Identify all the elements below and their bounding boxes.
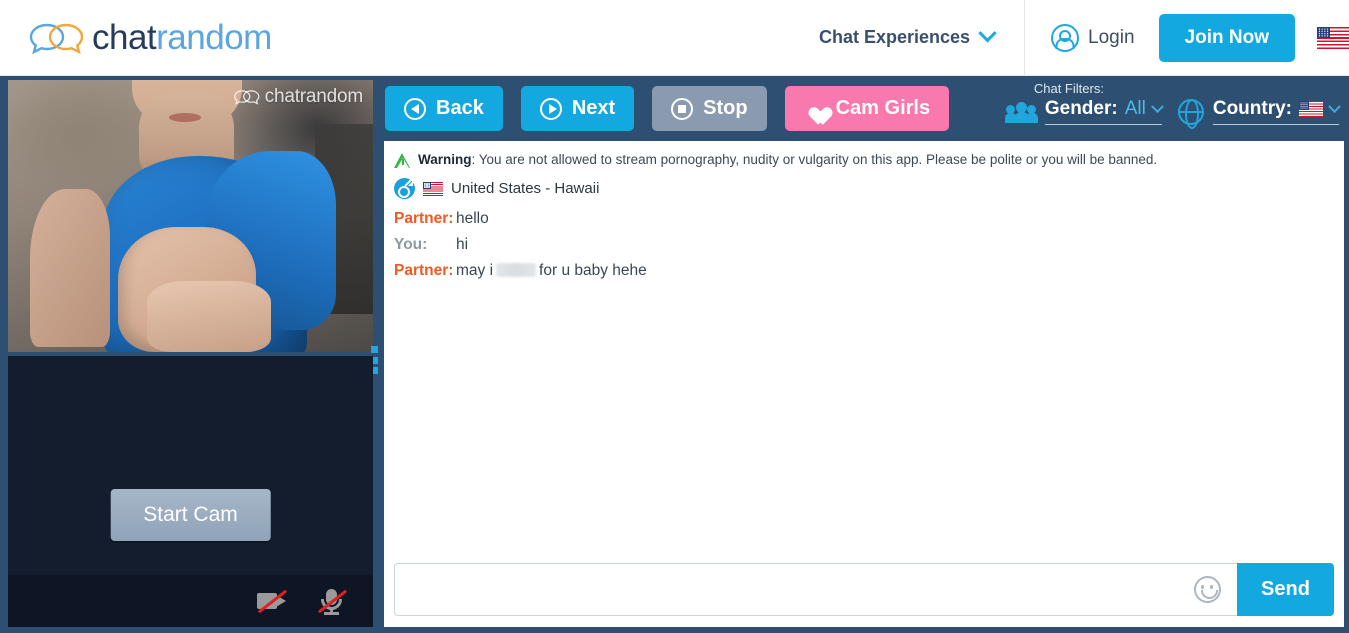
message-text: hello — [456, 210, 489, 228]
login-label: Login — [1088, 27, 1135, 49]
us-flag-icon[interactable] — [1317, 27, 1349, 49]
message-text: hi — [456, 236, 468, 254]
cam-girls-button[interactable]: Cam Girls — [785, 86, 949, 131]
user-icon — [1051, 24, 1079, 52]
gender-filter-value: All — [1125, 98, 1146, 120]
logo-text-random: random — [156, 18, 272, 57]
chevron-down-icon — [1328, 100, 1341, 113]
header-actions: Chat Experiences Login Join Now — [819, 0, 1349, 76]
heart-icon — [804, 99, 826, 119]
start-cam-button[interactable]: Start Cam — [110, 489, 271, 541]
join-now-button[interactable]: Join Now — [1159, 14, 1295, 62]
next-button[interactable]: Next — [521, 86, 634, 131]
video-column: chatrandom Start Cam — [0, 76, 379, 633]
warning-prefix: Warning — [418, 152, 472, 167]
remote-video-feed[interactable]: chatrandom — [8, 80, 373, 352]
main-area: chatrandom Start Cam Back — [0, 76, 1349, 633]
cam-girls-label: Cam Girls — [836, 97, 930, 120]
globe-icon — [1178, 99, 1204, 125]
message-row: Partner: hello — [394, 210, 1344, 228]
message-text: may ifor u baby hehe — [456, 262, 647, 280]
play-icon — [540, 98, 562, 120]
message-author: Partner: — [394, 262, 456, 280]
chat-filters: Chat Filters: Gender: All — [1006, 81, 1339, 125]
warning-icon — [394, 153, 411, 168]
camera-off-icon[interactable] — [257, 588, 287, 614]
us-flag-icon — [423, 182, 443, 196]
local-video-panel: Start Cam — [8, 356, 373, 627]
people-icon — [1006, 101, 1036, 123]
message-row: You: hi — [394, 236, 1344, 254]
watermark-bubbles-icon — [233, 89, 261, 105]
stop-icon — [671, 98, 693, 120]
stop-label: Stop — [703, 97, 747, 120]
chat-panel: Warning: You are not allowed to stream p… — [384, 141, 1344, 628]
microphone-off-icon[interactable] — [317, 588, 347, 614]
watermark-text: chatrandom — [265, 86, 363, 108]
message-input[interactable] — [394, 563, 1237, 616]
gender-filter-key: Gender: — [1045, 98, 1118, 120]
country-filter-key: Country: — [1213, 98, 1292, 120]
country-filter[interactable]: Country: — [1178, 98, 1339, 125]
message-composer: Send — [394, 563, 1334, 616]
login-button[interactable]: Login — [1051, 24, 1135, 52]
partner-location: United States - Hawaii — [451, 180, 599, 197]
message-author: Partner: — [394, 210, 456, 228]
chat-toolbar: Back Next Stop Cam Girls Chat Filters: — [379, 76, 1349, 141]
message-author: You: — [394, 236, 456, 254]
chevron-down-icon — [978, 24, 996, 42]
smiley-icon[interactable] — [1194, 576, 1221, 603]
previous-icon — [404, 98, 426, 120]
site-header: chatrandom Chat Experiences Login Join N… — [0, 0, 1349, 76]
local-cam-toolbar — [8, 575, 373, 627]
next-label: Next — [572, 97, 615, 120]
back-button[interactable]: Back — [385, 86, 503, 131]
message-list: Partner: hello You: hi Partner: may ifor… — [384, 199, 1344, 280]
back-label: Back — [436, 97, 484, 120]
speech-bubbles-icon — [28, 21, 86, 55]
warning-banner: Warning: You are not allowed to stream p… — [384, 141, 1344, 168]
message-row: Partner: may ifor u baby hehe — [394, 262, 1344, 280]
warning-text: : You are not allowed to stream pornogra… — [472, 152, 1158, 167]
logo[interactable]: chatrandom — [28, 18, 272, 58]
male-symbol-icon — [394, 178, 415, 199]
chat-experiences-menu[interactable]: Chat Experiences — [819, 27, 1024, 48]
video-watermark: chatrandom — [233, 86, 363, 108]
chat-filters-label: Chat Filters: — [1034, 81, 1339, 96]
gender-filter[interactable]: Gender: All — [1006, 98, 1162, 125]
redacted-word — [496, 263, 536, 277]
stop-button[interactable]: Stop — [652, 86, 766, 131]
chevron-down-icon — [1151, 100, 1164, 113]
bottom-strip — [0, 627, 1349, 633]
chat-column: Back Next Stop Cam Girls Chat Filters: — [379, 76, 1349, 633]
send-button[interactable]: Send — [1237, 563, 1334, 616]
us-flag-icon — [1299, 101, 1323, 117]
partner-info: United States - Hawaii — [384, 168, 1344, 199]
header-divider — [1024, 0, 1025, 76]
chat-experiences-label: Chat Experiences — [819, 27, 970, 48]
logo-text-chat: chat — [92, 18, 156, 57]
